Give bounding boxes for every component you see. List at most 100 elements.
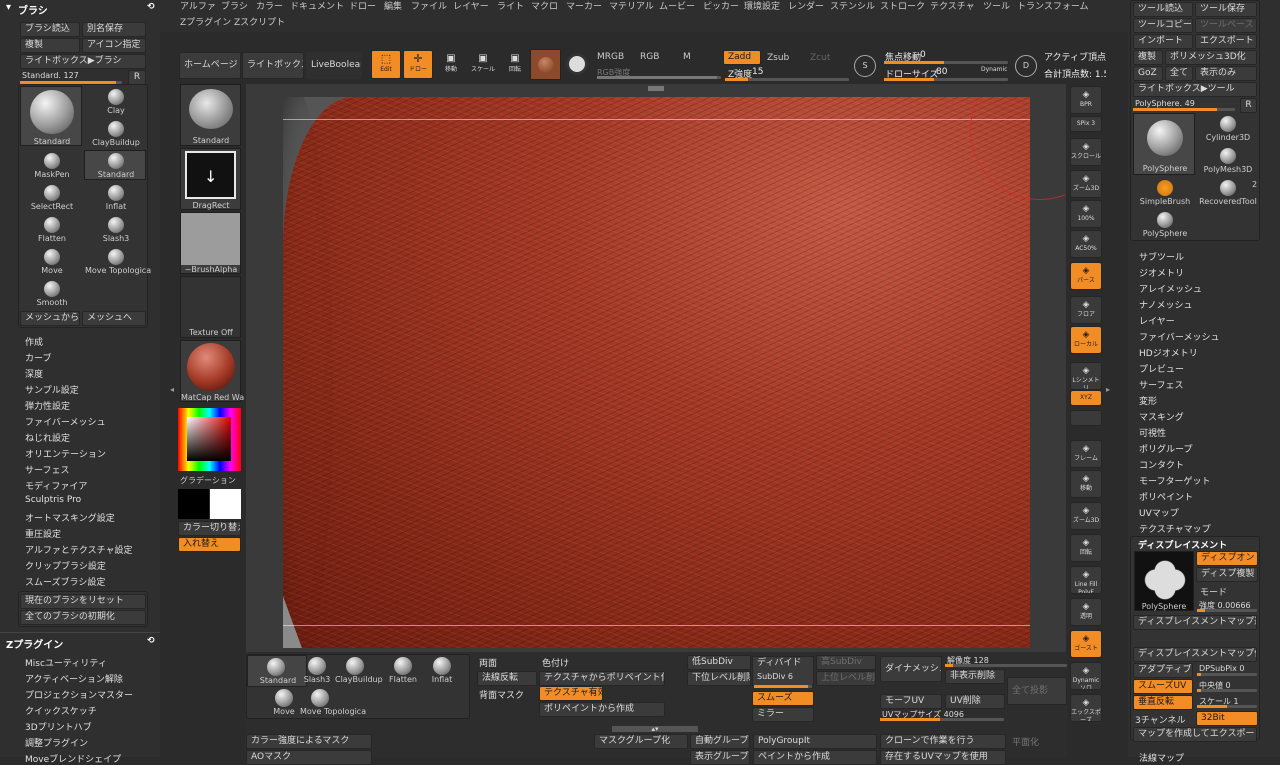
brush-init-button[interactable]: 全てのブラシの初期化 [20,610,146,625]
smooth-uv-button[interactable]: スムーズUV [1133,679,1193,694]
zplugin-item[interactable]: アクティベーション解除 [25,672,123,685]
brush-section-item[interactable]: スムーズブラシ設定 [25,575,105,588]
brush-save-as-button[interactable]: 別名保存 [82,22,146,37]
zplugin-item[interactable]: Miscユーティリティ [25,656,107,669]
menu-1[interactable]: ブラシ [221,0,248,15]
shelf-button[interactable]: ◈ ゴースト [1070,630,1102,658]
brush-tile[interactable]: Clay [84,86,146,116]
tool-section-item[interactable]: マスキング [1139,410,1184,423]
brush-section-item[interactable]: ファイバーメッシュ [25,415,105,428]
shelf-button[interactable]: SPix 3 [1070,116,1102,132]
shelf-button[interactable]: ◈ BPR [1070,86,1102,114]
brush-section-item[interactable]: 弾力性設定 [25,399,70,412]
color-swap-button[interactable]: 入れ替え [178,537,241,552]
delete-lower-button[interactable]: 下位レベル削除 [687,671,751,686]
double-label[interactable]: 両面 [479,656,497,669]
brush-section-item[interactable]: 重圧設定 [25,527,61,540]
delete-higher-button[interactable]: 上位レベル削除 [816,671,876,686]
brush-tile[interactable]: Move [20,246,82,276]
brush-section-item[interactable]: カーブ [25,351,51,364]
focal-shift-slider[interactable] [884,61,1008,64]
shelf-button[interactable]: ◈ パース [1070,262,1102,290]
tex-to-polypaint-button[interactable]: テクスチャからポリペイント化 [539,671,665,686]
brush-tile[interactable]: MaskPen [20,150,82,180]
menu-15[interactable]: レンダー [788,0,824,15]
higher-subdiv-button[interactable]: 高SubDiv [816,655,876,670]
primary-color-swatch[interactable] [178,489,209,519]
menu-12[interactable]: ムービー [659,0,695,15]
dpsubpix-slider[interactable] [1197,673,1257,676]
zadd-button[interactable]: Zadd [723,50,761,65]
dynamesh-button[interactable]: ダイナメッシュ [880,656,942,682]
color-intensity-mask-button[interactable]: カラー強度によるマスク [246,734,372,749]
spotlight-icon[interactable] [566,53,588,75]
draw-size-slider[interactable] [884,78,1008,81]
tray-expand-handle[interactable]: ▴▾ [612,726,698,733]
group-from-visible-button[interactable]: 表示グループ化 [690,750,750,765]
32bit-button[interactable]: 32Bit [1196,711,1258,726]
brush-section-item[interactable]: サーフェス [25,463,69,476]
zplugin-item[interactable]: 調整プラグイン [25,736,88,749]
expand-icon[interactable]: ▾ [6,2,11,13]
draw-button[interactable]: ✛ ドロー [403,50,433,79]
menu-5[interactable]: 編集 [384,0,402,15]
canvas[interactable] [283,97,1030,648]
rgb-label[interactable]: RGB [640,52,659,62]
tool-section-item[interactable]: HDジオメトリ [1139,346,1198,359]
export-button[interactable]: エクスポート [1195,34,1257,49]
menu2-0[interactable]: Zプラグイン [180,16,231,31]
flatten-label[interactable]: 平面化 [1012,735,1039,748]
brush-section-item[interactable]: 深度 [25,367,43,380]
visible-only-button[interactable]: 表示のみ [1195,66,1257,81]
tool-section-item[interactable]: アレイメッシュ [1139,282,1202,295]
menu-19[interactable]: ツール [983,0,1010,15]
brush-tile[interactable]: SelectRect [20,182,82,212]
brush-section-item[interactable]: アルファとテクスチャ設定 [25,543,133,556]
uv-delete-button[interactable]: UV削除 [945,694,1005,709]
auto-group-button[interactable]: 自動グループ [690,734,750,749]
tool-section-item[interactable]: 変形 [1139,394,1157,407]
uv-map-size-slider[interactable] [880,718,1004,721]
subdiv-slider[interactable] [754,685,812,688]
shelf-button[interactable]: ◈ AC50% [1070,230,1102,258]
colorize-label[interactable]: 色付け [542,656,569,669]
tool-save-button[interactable]: ツール保存 [1195,2,1257,17]
tool-section-item[interactable]: サーフェス [1139,378,1183,391]
brush-tile[interactable]: Standard [84,150,146,180]
menu-16[interactable]: ステンシル [830,0,875,15]
intensity-slider[interactable] [1197,609,1257,612]
lazy-mouse-icon[interactable]: D [1015,55,1037,77]
mode-label[interactable]: モード [1200,585,1227,598]
pin-icon[interactable]: ⟲ [147,2,155,12]
bottom-brush[interactable]: Move [264,687,304,719]
lightbox-button[interactable]: ライトボックス [242,52,304,79]
brush-section-item[interactable]: 作成 [25,335,43,348]
home-button[interactable]: ホームページ [179,52,241,79]
edit-button[interactable]: ⬚ Edit [371,50,401,79]
shelf-button[interactable]: ◈ ズーム3D [1070,170,1102,198]
tool-lightbox-button[interactable]: ライトボックス▶ツール [1133,82,1257,97]
collapse-left-arrow[interactable]: ◂ [170,385,174,394]
tool-section-item[interactable]: コンタクト [1139,458,1184,471]
tool-section-item[interactable]: UVマップ [1139,506,1179,519]
shelf-button[interactable]: ◈ スクロール [1070,138,1102,166]
shelf-button[interactable]: ◈ フレーム [1070,440,1102,468]
tool-section-item[interactable]: ポリペイント [1139,490,1193,503]
brush-tile[interactable]: Smooth [20,278,82,308]
liveboolean-button[interactable]: LiveBoolean [306,52,362,79]
brush-load-button[interactable]: ブラシ読込 [20,22,80,37]
adaptive-button[interactable]: アダプティブ [1133,663,1193,678]
shelf-button[interactable]: ◈ Lシンメトリ [1070,362,1102,390]
zplugin-item[interactable]: 3Dプリントハブ [25,720,92,733]
brush-section-item[interactable]: モディファイア [25,479,87,492]
texture-thumb[interactable]: Texture Off [180,276,241,338]
create-export-button[interactable]: マップを作成してエクスポート [1133,727,1257,742]
bottom-brush[interactable]: ClayBuildup [335,655,383,687]
tool-section-item[interactable]: テクスチャマップ [1139,522,1211,535]
polygroupit-button[interactable]: PolyGroupIt [753,734,877,749]
brush-section-item[interactable]: クリップブラシ設定 [25,559,106,572]
tool-paste-button[interactable]: ツールペースト [1195,18,1257,33]
material-swatch-button[interactable] [530,49,561,80]
bottom-brush[interactable]: Inflat [422,655,462,687]
tool-tile[interactable]: PolySphere [1133,113,1195,175]
